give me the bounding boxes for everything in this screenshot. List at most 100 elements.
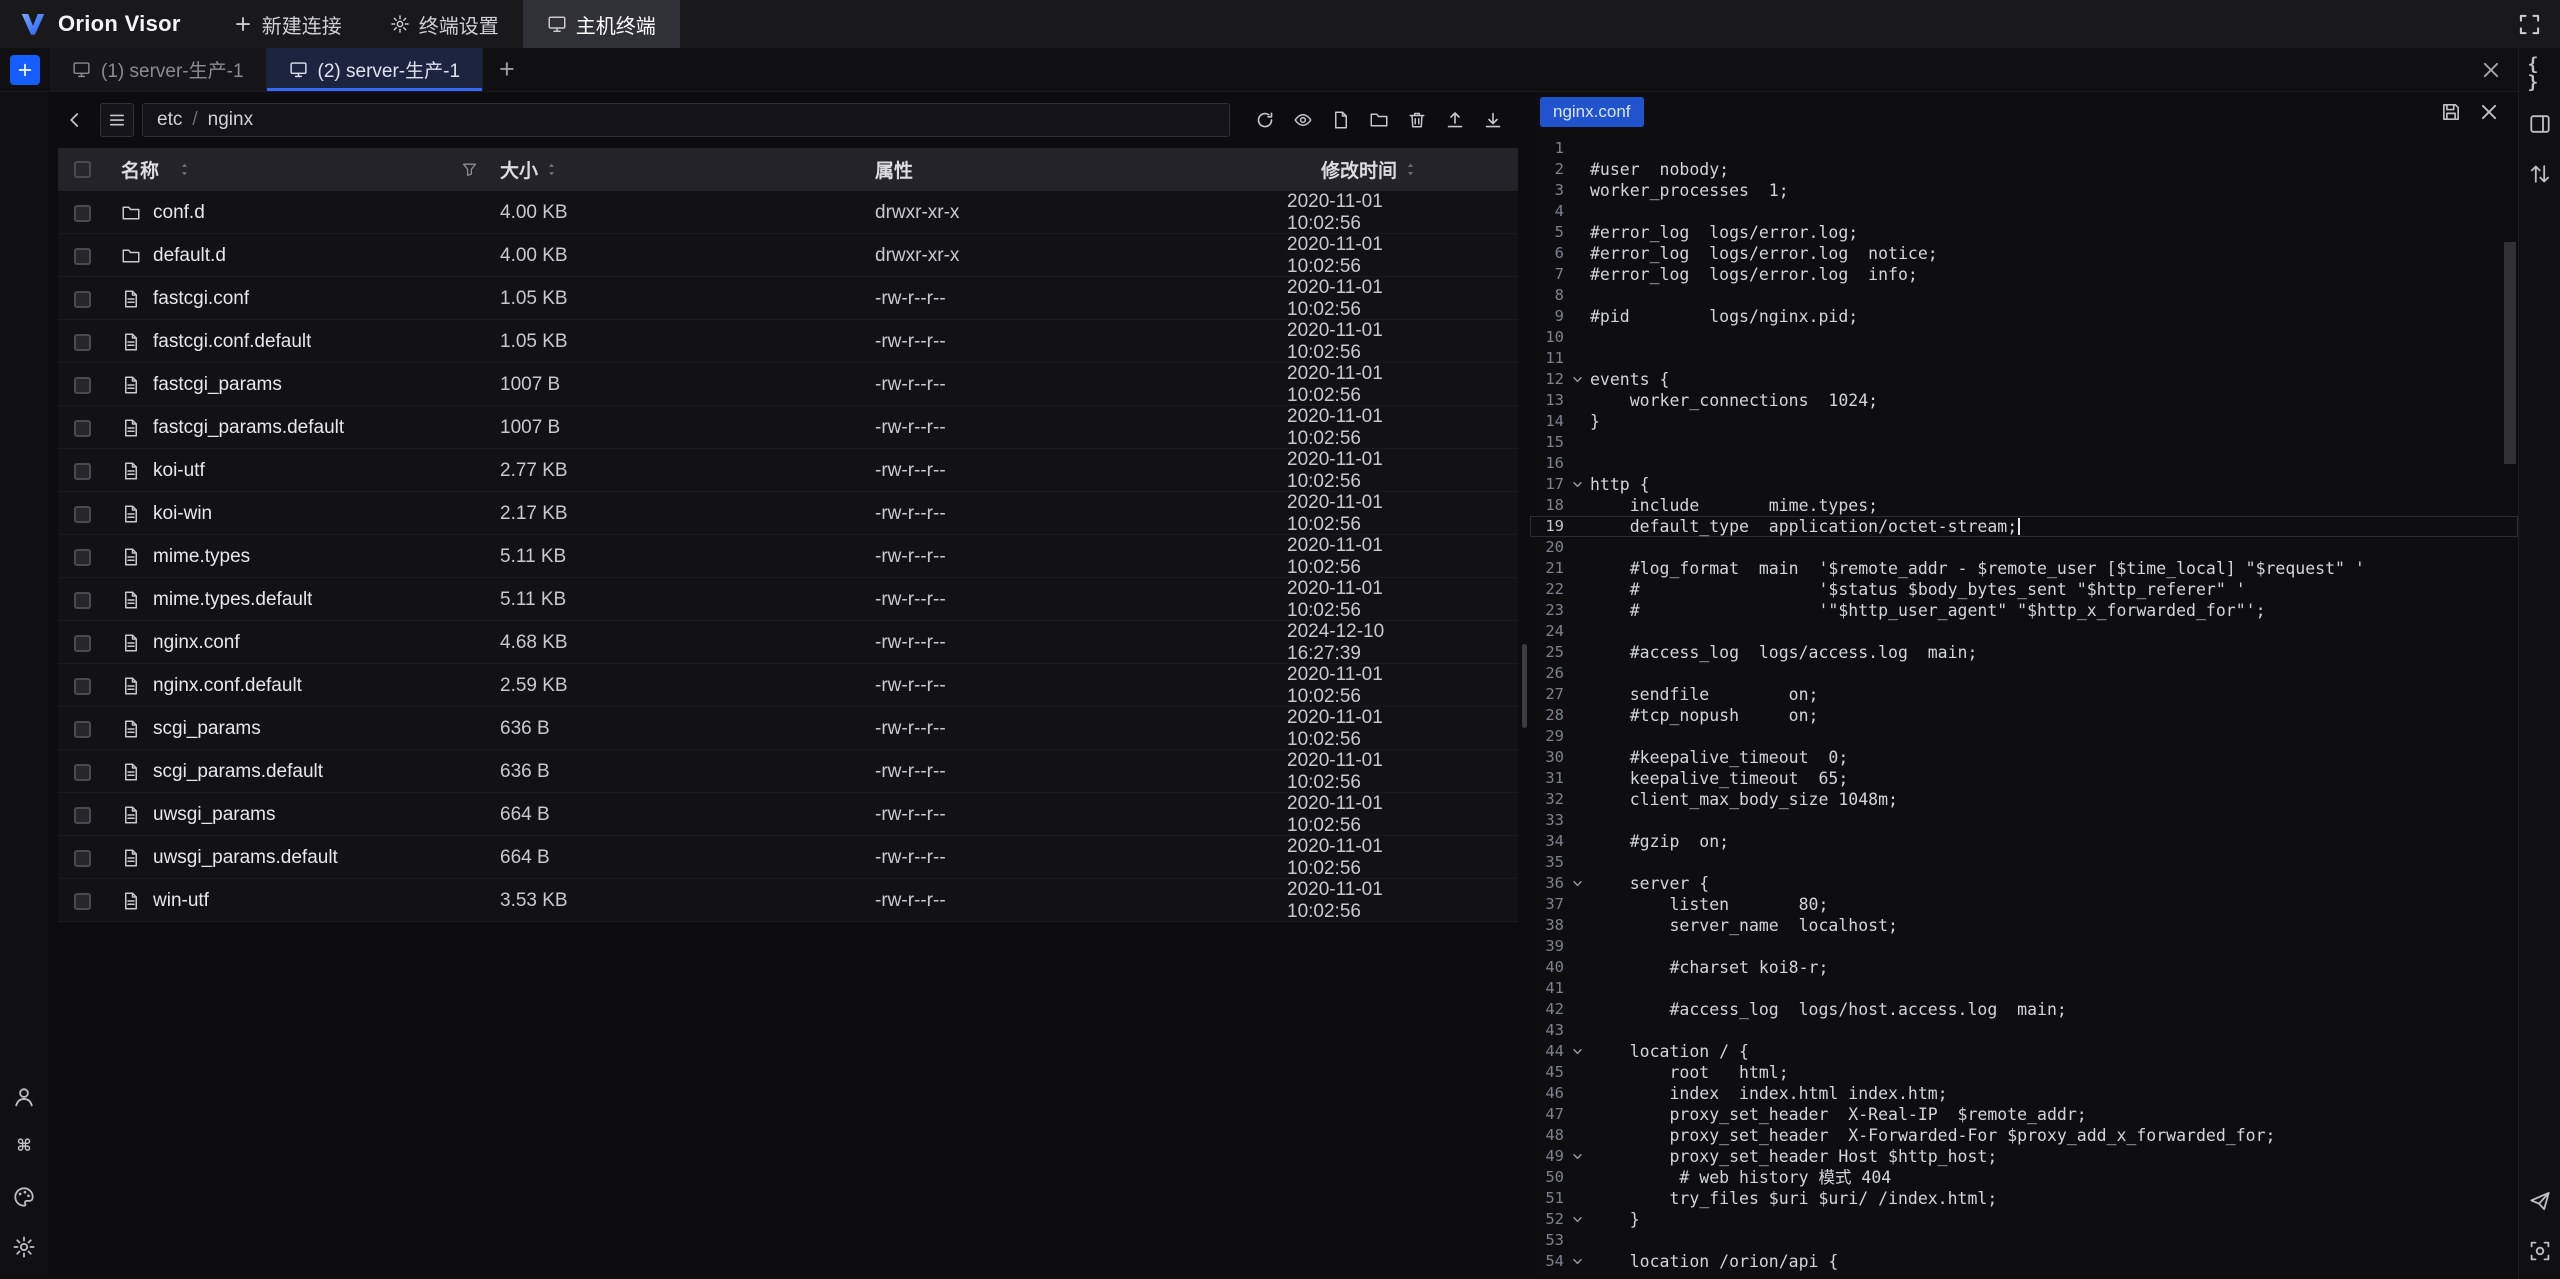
code-line[interactable]: 2#user nobody;: [1530, 159, 2518, 180]
code-line[interactable]: 49 proxy_set_header Host $http_host;: [1530, 1146, 2518, 1167]
fullscreen-icon[interactable]: [2517, 12, 2542, 37]
code-line[interactable]: 29: [1530, 726, 2518, 747]
code-line[interactable]: 54 location /orion/api {: [1530, 1251, 2518, 1272]
code-line[interactable]: 8: [1530, 285, 2518, 306]
code-line[interactable]: 26: [1530, 663, 2518, 684]
row-checkbox[interactable]: [74, 248, 91, 265]
fold-chevron-icon[interactable]: [1564, 1149, 1590, 1164]
file-row[interactable]: fastcgi.conf1.05 KB-rw-r--r--2020-11-01 …: [58, 277, 1518, 320]
row-checkbox[interactable]: [74, 893, 91, 910]
code-line[interactable]: 22 # '$status $body_bytes_sent "$http_re…: [1530, 579, 2518, 600]
code-line[interactable]: 36 server {: [1530, 873, 2518, 894]
file-row[interactable]: nginx.conf.default2.59 KB-rw-r--r--2020-…: [58, 664, 1518, 707]
breadcrumb-item[interactable]: nginx: [208, 109, 253, 131]
row-checkbox[interactable]: [74, 850, 91, 867]
code-line[interactable]: 5#error_log logs/error.log;: [1530, 222, 2518, 243]
panel-resize-handle[interactable]: [1518, 92, 1530, 1279]
new-folder-button[interactable]: [1362, 103, 1396, 137]
row-checkbox[interactable]: [74, 721, 91, 738]
code-line[interactable]: 24: [1530, 621, 2518, 642]
row-checkbox[interactable]: [74, 592, 91, 609]
fold-chevron-icon[interactable]: [1564, 876, 1590, 891]
send-icon[interactable]: [2528, 1189, 2552, 1213]
list-view-button[interactable]: [100, 103, 134, 137]
code-line[interactable]: 41: [1530, 978, 2518, 999]
fold-chevron-icon[interactable]: [1564, 477, 1590, 492]
code-line[interactable]: 9#pid logs/nginx.pid;: [1530, 306, 2518, 327]
fold-chevron-icon[interactable]: [1564, 1254, 1590, 1269]
settings-icon[interactable]: [12, 1235, 36, 1259]
close-icon[interactable]: [2480, 59, 2502, 81]
select-all-checkbox[interactable]: [74, 161, 91, 178]
menu-item-terminal-settings[interactable]: 终端设置: [366, 0, 523, 48]
column-header-size[interactable]: 大小: [500, 156, 538, 183]
save-icon[interactable]: [2440, 101, 2462, 123]
fold-chevron-icon[interactable]: [1564, 372, 1590, 387]
code-line[interactable]: 31 keepalive_timeout 65;: [1530, 768, 2518, 789]
preview-button[interactable]: [1286, 103, 1320, 137]
column-header-name[interactable]: 名称: [121, 156, 159, 183]
code-line[interactable]: 15: [1530, 432, 2518, 453]
code-line[interactable]: 4: [1530, 201, 2518, 222]
file-row[interactable]: nginx.conf4.68 KB-rw-r--r--2024-12-10 16…: [58, 621, 1518, 664]
code-line[interactable]: 21 #log_format main '$remote_addr - $rem…: [1530, 558, 2518, 579]
code-line[interactable]: 13 worker_connections 1024;: [1530, 390, 2518, 411]
code-line[interactable]: 18 include mime.types;: [1530, 495, 2518, 516]
sort-icon[interactable]: [1403, 162, 1418, 177]
code-line[interactable]: 46 index index.html index.htm;: [1530, 1083, 2518, 1104]
row-checkbox[interactable]: [74, 420, 91, 437]
row-checkbox[interactable]: [74, 205, 91, 222]
code-line[interactable]: 47 proxy_set_header X-Real-IP $remote_ad…: [1530, 1104, 2518, 1125]
code-line[interactable]: 17http {: [1530, 474, 2518, 495]
code-line[interactable]: 12events {: [1530, 369, 2518, 390]
sort-icon[interactable]: [177, 162, 192, 177]
terminal-tab-1[interactable]: (1) server-生产-1: [50, 48, 267, 91]
code-line[interactable]: 14}: [1530, 411, 2518, 432]
delete-button[interactable]: [1400, 103, 1434, 137]
fold-chevron-icon[interactable]: [1564, 1212, 1590, 1227]
file-row[interactable]: scgi_params636 B-rw-r--r--2020-11-01 10:…: [58, 707, 1518, 750]
code-line[interactable]: 42 #access_log logs/host.access.log main…: [1530, 999, 2518, 1020]
upload-button[interactable]: [1438, 103, 1472, 137]
code-line[interactable]: 35: [1530, 852, 2518, 873]
file-row[interactable]: win-utf3.53 KB-rw-r--r--2020-11-01 10:02…: [58, 879, 1518, 922]
code-editor[interactable]: 12#user nobody;3worker_processes 1;45#er…: [1530, 132, 2518, 1279]
filter-icon[interactable]: [461, 161, 478, 178]
code-line[interactable]: 27 sendfile on;: [1530, 684, 2518, 705]
row-checkbox[interactable]: [74, 549, 91, 566]
code-line[interactable]: 11: [1530, 348, 2518, 369]
file-row[interactable]: mime.types5.11 KB-rw-r--r--2020-11-01 10…: [58, 535, 1518, 578]
command-icon[interactable]: ⌘: [12, 1135, 36, 1159]
menu-item-new-connection[interactable]: 新建连接: [209, 0, 366, 48]
menu-item-host-terminal[interactable]: 主机终端: [523, 0, 680, 48]
file-row[interactable]: fastcgi_params1007 B-rw-r--r--2020-11-01…: [58, 363, 1518, 406]
code-line[interactable]: 3worker_processes 1;: [1530, 180, 2518, 201]
code-line[interactable]: 37 listen 80;: [1530, 894, 2518, 915]
code-line[interactable]: 28 #tcp_nopush on;: [1530, 705, 2518, 726]
refresh-button[interactable]: [1248, 103, 1282, 137]
code-line[interactable]: 32 client_max_body_size 1048m;: [1530, 789, 2518, 810]
code-line[interactable]: 48 proxy_set_header X-Forwarded-For $pro…: [1530, 1125, 2518, 1146]
file-row[interactable]: uwsgi_params664 B-rw-r--r--2020-11-01 10…: [58, 793, 1518, 836]
code-line[interactable]: 33: [1530, 810, 2518, 831]
row-checkbox[interactable]: [74, 334, 91, 351]
file-row[interactable]: fastcgi.conf.default1.05 KB-rw-r--r--202…: [58, 320, 1518, 363]
fold-chevron-icon[interactable]: [1564, 1044, 1590, 1059]
file-row[interactable]: conf.d4.00 KBdrwxr-xr-x2020-11-01 10:02:…: [58, 191, 1518, 234]
file-row[interactable]: koi-utf2.77 KB-rw-r--r--2020-11-01 10:02…: [58, 449, 1518, 492]
code-line[interactable]: 25 #access_log logs/access.log main;: [1530, 642, 2518, 663]
theme-icon[interactable]: [12, 1185, 36, 1209]
code-line[interactable]: 16: [1530, 453, 2518, 474]
braces-icon[interactable]: { }: [2528, 62, 2552, 86]
code-line[interactable]: 20: [1530, 537, 2518, 558]
file-row[interactable]: default.d4.00 KBdrwxr-xr-x2020-11-01 10:…: [58, 234, 1518, 277]
scrollbar-thumb[interactable]: [2504, 242, 2516, 464]
row-checkbox[interactable]: [74, 678, 91, 695]
new-file-button[interactable]: [1324, 103, 1358, 137]
code-line[interactable]: 52 }: [1530, 1209, 2518, 1230]
app-logo[interactable]: Orion Visor: [0, 0, 209, 48]
code-line[interactable]: 38 server_name localhost;: [1530, 915, 2518, 936]
code-line[interactable]: 45 root html;: [1530, 1062, 2518, 1083]
file-row[interactable]: fastcgi_params.default1007 B-rw-r--r--20…: [58, 406, 1518, 449]
new-connection-button[interactable]: [10, 55, 40, 85]
